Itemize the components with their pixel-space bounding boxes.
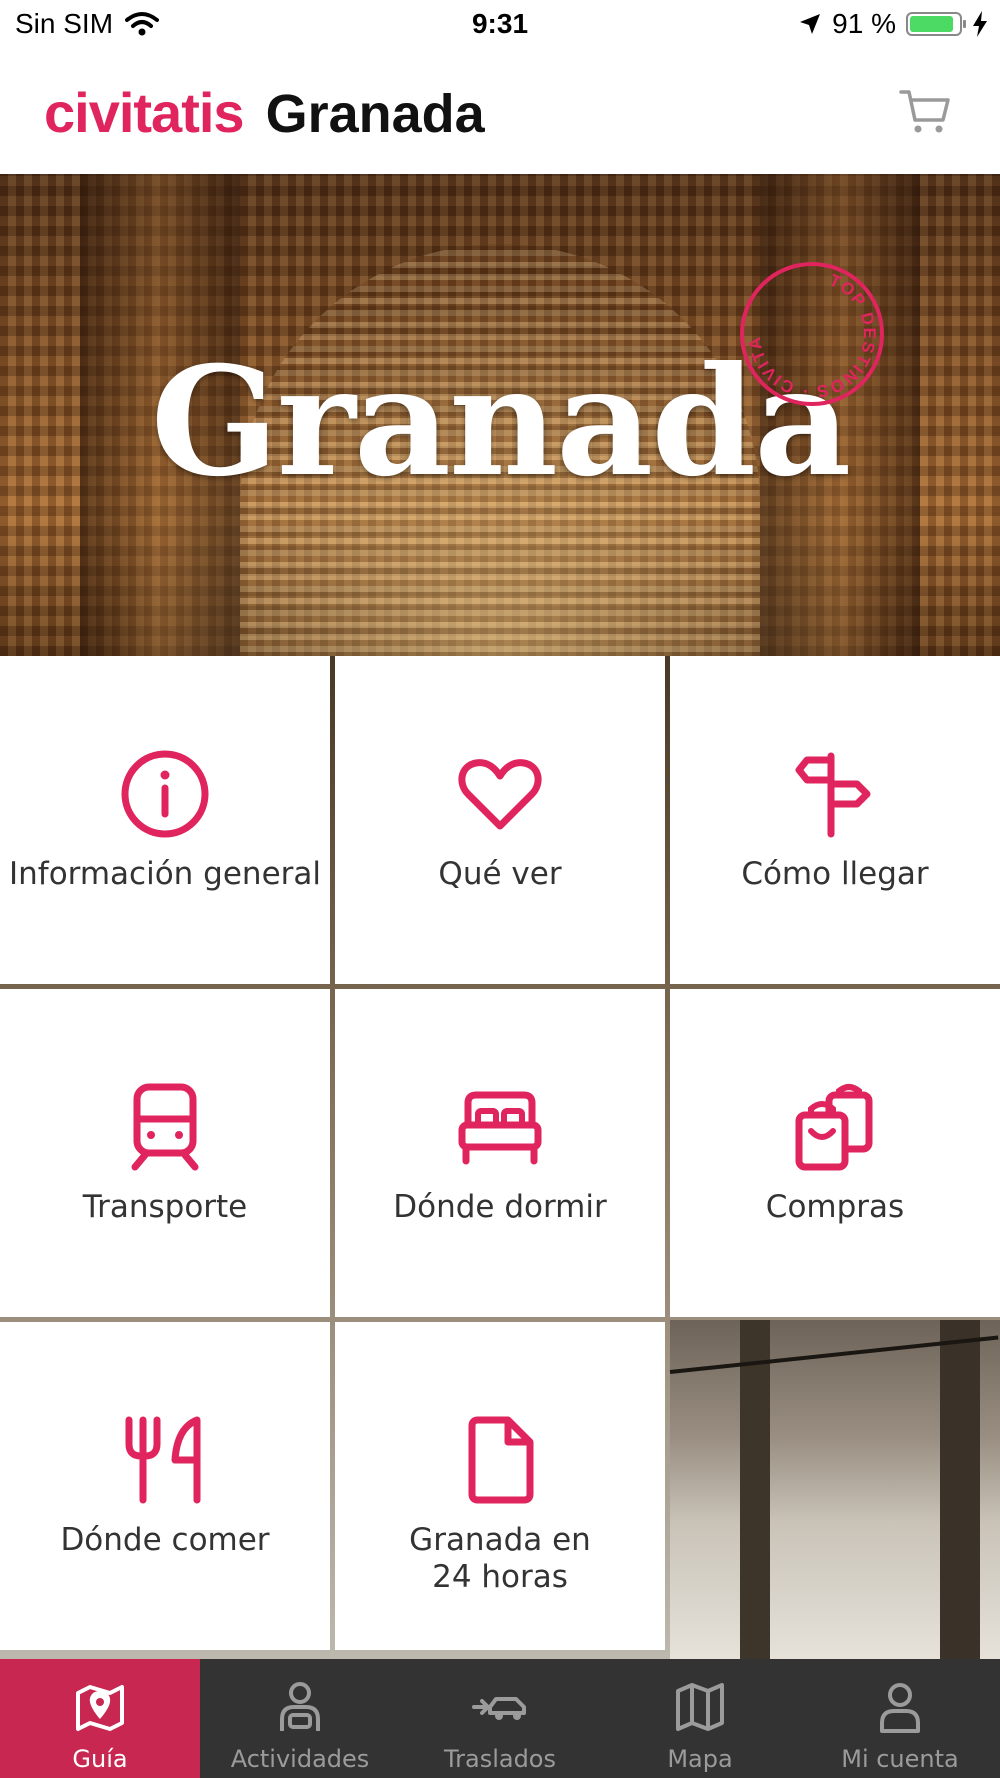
bottom-tab-bar: Guía Actividades Traslados Mapa Mi cuent… (0, 1659, 1000, 1778)
tab-traslados[interactable]: Traslados (400, 1659, 600, 1778)
menu-item-label: Transporte (82, 1189, 248, 1225)
menu-item-compras[interactable]: Compras (670, 989, 1000, 1317)
tab-label: Traslados (443, 1745, 556, 1773)
tab-label: Mi cuenta (841, 1745, 959, 1773)
charging-bolt-icon (973, 11, 987, 37)
guide-map-icon (76, 1685, 124, 1731)
menu-item-informacion-general[interactable]: Información general (0, 656, 330, 984)
transfer-car-icon (472, 1697, 526, 1720)
menu-item-label: Información general (8, 856, 321, 892)
menu-item-transporte[interactable]: Transporte (0, 989, 330, 1317)
battery-icon (906, 12, 966, 36)
tab-guia[interactable]: Guía (0, 1659, 200, 1778)
bed-icon (458, 1091, 542, 1165)
tab-label: Guía (72, 1745, 128, 1773)
menu-item-como-llegar[interactable]: Cómo llegar (670, 656, 1000, 984)
menu-item-label: Compras (765, 1189, 905, 1225)
civitatis-logo[interactable]: civitatis (44, 80, 245, 145)
info-icon (121, 750, 209, 838)
account-icon (880, 1683, 920, 1733)
tab-label: Mapa (667, 1745, 733, 1773)
tab-actividades[interactable]: Actividades (200, 1659, 400, 1778)
menu-item-label: Cómo llegar (741, 856, 929, 892)
menu-item-label: Dónde dormir (393, 1189, 607, 1225)
fork-knife-icon (125, 1416, 201, 1504)
status-bar: Sin SIM 9:31 91 % (0, 0, 1000, 50)
menu-item-donde-comer[interactable]: Dónde comer (0, 1322, 330, 1650)
city-title: Granada (265, 84, 485, 144)
menu-item-label: Qué ver (438, 856, 562, 892)
heart-icon (458, 759, 542, 830)
hero-banner: Granada TOP DESTINOS · CIVITATIS · (0, 174, 1000, 656)
photo-tile (669, 1320, 1000, 1659)
shopping-bags-icon (795, 1084, 873, 1171)
signpost-icon (795, 752, 871, 838)
photo-rail (669, 1335, 999, 1374)
location-arrow-icon (800, 14, 821, 34)
battery-percent: 91 % (832, 8, 896, 39)
menu-item-donde-dormir[interactable]: Dónde dormir (335, 989, 665, 1317)
app-header: civitatis Granada (0, 50, 1000, 174)
train-icon (131, 1083, 199, 1171)
map-icon (676, 1683, 724, 1731)
activities-icon (280, 1682, 320, 1731)
tab-mapa[interactable]: Mapa (600, 1659, 800, 1778)
top-destinos-stamp: TOP DESTINOS · CIVITATIS · (738, 260, 884, 406)
tab-mi-cuenta[interactable]: Mi cuenta (800, 1659, 1000, 1778)
menu-item-granada-24-horas[interactable]: Granada en 24 horas (335, 1322, 665, 1650)
menu-item-que-ver[interactable]: Qué ver (335, 656, 665, 984)
tab-label: Actividades (230, 1745, 370, 1773)
document-icon (468, 1416, 534, 1504)
menu-item-label: Granada en 24 horas (409, 1522, 591, 1595)
cart-icon[interactable] (898, 84, 952, 138)
menu-item-label: Dónde comer (60, 1522, 270, 1558)
